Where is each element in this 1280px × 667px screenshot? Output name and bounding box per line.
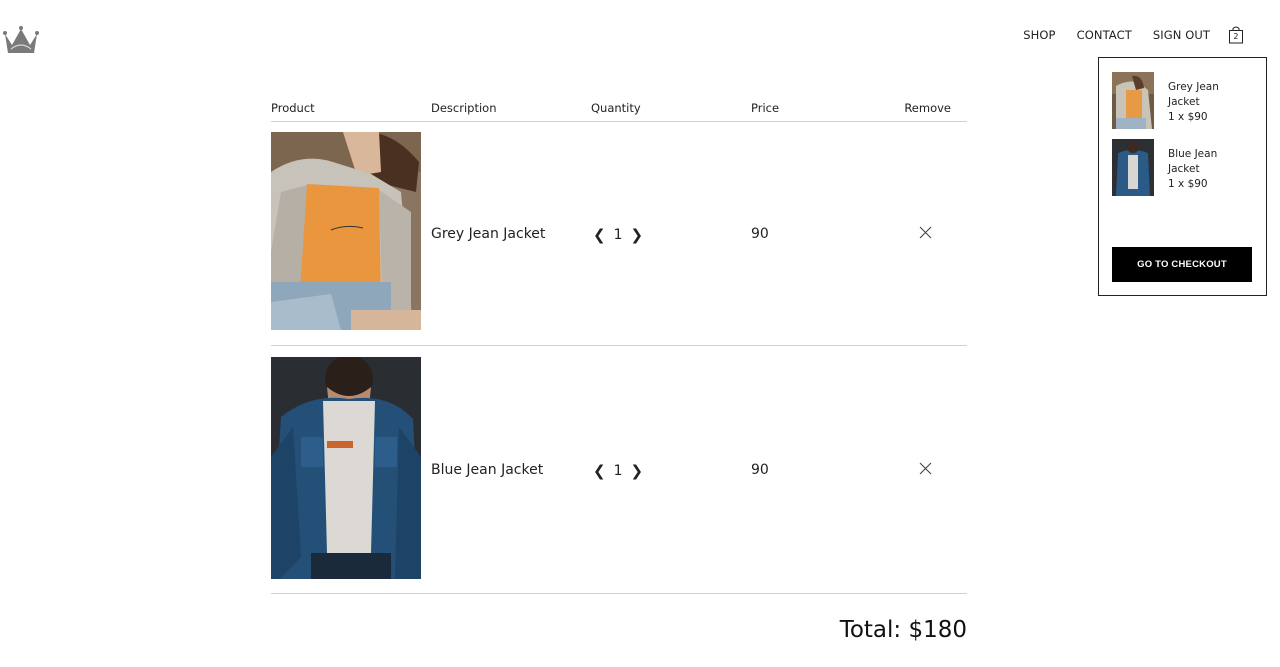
dropdown-item-info: Blue Jean Jacket 1 x $90 (1168, 147, 1238, 196)
bag-count-badge: 2 (1233, 32, 1239, 41)
decrease-quantity-button[interactable]: ❮ (591, 462, 608, 480)
dropdown-item-qty-price: 1 x $90 (1168, 178, 1208, 190)
table-row: Blue Jean Jacket ❮ 1 ❯ 90 (271, 346, 967, 594)
header-price: Price (751, 101, 780, 115)
nav-contact-link[interactable]: CONTACT (1077, 26, 1132, 44)
quantity-value: 1 (613, 227, 623, 243)
crown-logo-icon[interactable] (3, 25, 39, 55)
shopping-bag-icon[interactable]: 2 (1228, 25, 1244, 44)
cart-total: Total: $180 (839, 617, 967, 643)
item-description: Blue Jean Jacket (431, 462, 544, 478)
nav-shop-link[interactable]: SHOP (1023, 26, 1055, 44)
close-icon (919, 226, 932, 239)
header-remove: Remove (904, 101, 951, 115)
increase-quantity-button[interactable]: ❯ (629, 226, 646, 244)
decrease-quantity-button[interactable]: ❮ (591, 226, 608, 244)
dropdown-item-qty-price: 1 x $90 (1168, 111, 1208, 123)
table-header: Product Description Quantity Price Remov… (271, 99, 967, 122)
dropdown-cart-item: Blue Jean Jacket 1 x $90 (1112, 139, 1238, 196)
grey-jacket-thumbnail (1112, 72, 1154, 129)
dropdown-item-name: Grey Jean Jacket (1168, 81, 1219, 108)
header-product: Product (271, 101, 315, 115)
item-price: 90 (751, 462, 769, 478)
header-description: Description (431, 101, 497, 115)
remove-item-button[interactable] (919, 226, 932, 239)
cart-dropdown: Grey Jean Jacket 1 x $90 Blue Jean Jacke… (1098, 57, 1267, 296)
dropdown-item-name: Blue Jean Jacket (1168, 148, 1218, 175)
grey-jacket-product-image (271, 132, 421, 330)
remove-item-button[interactable] (919, 462, 932, 475)
dropdown-cart-item: Grey Jean Jacket 1 x $90 (1112, 72, 1238, 129)
item-description: Grey Jean Jacket (431, 226, 546, 242)
main-nav: SHOP CONTACT SIGN OUT 2 (1002, 25, 1244, 44)
increase-quantity-button[interactable]: ❯ (629, 462, 646, 480)
quantity-stepper: ❮ 1 ❯ (591, 462, 645, 480)
header-quantity: Quantity (591, 101, 641, 115)
close-icon (919, 462, 932, 475)
dropdown-item-info: Grey Jean Jacket 1 x $90 (1168, 80, 1238, 129)
nav-sign-out-link[interactable]: SIGN OUT (1153, 26, 1210, 44)
quantity-value: 1 (613, 463, 623, 479)
go-to-checkout-button[interactable]: GO TO CHECKOUT (1112, 247, 1252, 282)
table-row: Grey Jean Jacket ❮ 1 ❯ 90 (271, 122, 967, 346)
item-price: 90 (751, 226, 769, 242)
blue-jacket-product-image (271, 357, 421, 579)
quantity-stepper: ❮ 1 ❯ (591, 226, 645, 244)
blue-jacket-thumbnail (1112, 139, 1154, 196)
cart-table: Product Description Quantity Price Remov… (271, 99, 967, 594)
